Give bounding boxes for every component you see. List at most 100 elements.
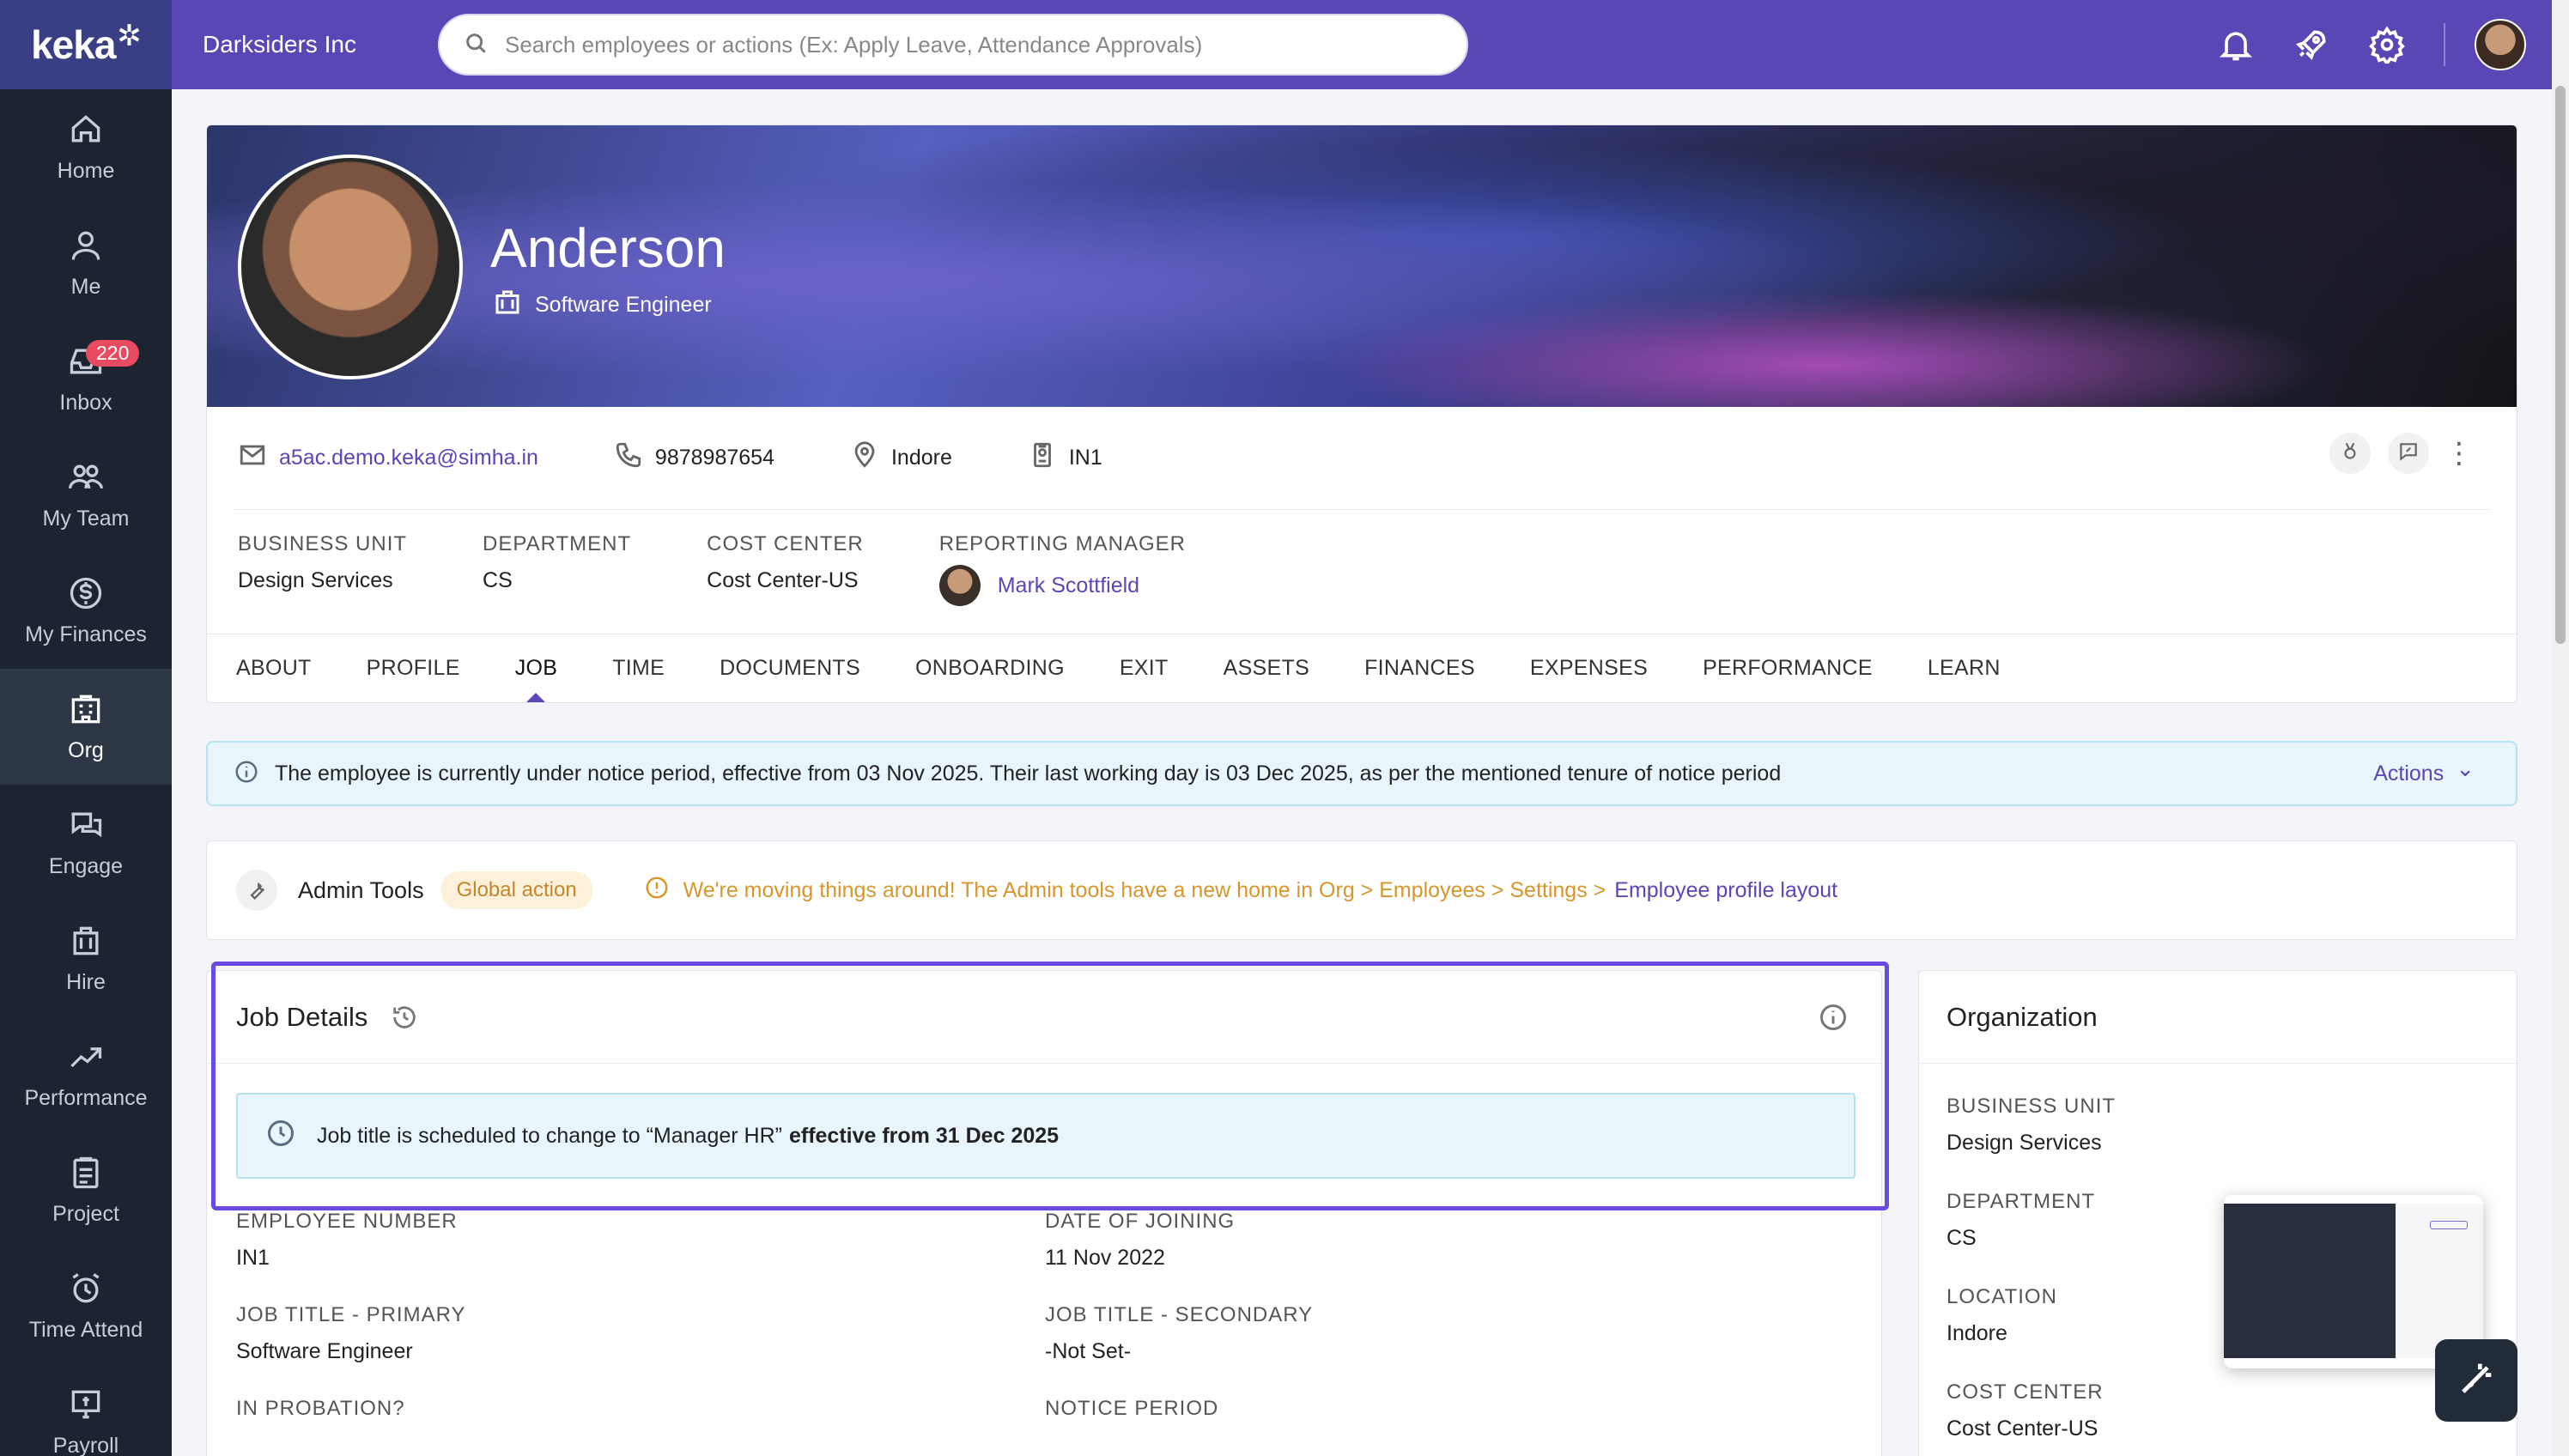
contact-row: a5ac.demo.keka@simha.in 9878987654 Indor… (234, 407, 2489, 510)
preview-bar (2430, 1221, 2468, 1229)
chat-icon (67, 806, 105, 844)
sidebar-item-label: Performance (24, 1086, 148, 1110)
job-fields: EMPLOYEE NUMBER IN1 DATE OF JOINING 11 N… (207, 1210, 1881, 1421)
bell-icon[interactable] (2217, 26, 2255, 64)
sidebar-item-engage[interactable]: Engage (0, 785, 172, 901)
history-icon[interactable] (390, 1003, 419, 1032)
tab-exit[interactable]: EXIT (1120, 656, 1169, 681)
organization-header: Organization (1919, 971, 2517, 1064)
field-label: IN PROBATION? (236, 1397, 405, 1420)
profile-banner: Anderson Software Engineer (207, 125, 2517, 407)
reporting-manager[interactable]: Mark Scottfield (938, 565, 1186, 606)
search-box[interactable] (438, 14, 1468, 76)
feedback-button[interactable] (2388, 433, 2429, 474)
search-input[interactable] (505, 31, 1449, 58)
info-icon[interactable] (1818, 1002, 1849, 1033)
feedback-icon (2397, 440, 2420, 467)
gear-icon[interactable] (2368, 26, 2406, 67)
email-contact[interactable]: a5ac.demo.keka@simha.in (238, 440, 538, 476)
employee-avatar[interactable] (238, 155, 463, 379)
tab-about[interactable]: ABOUT (236, 656, 312, 681)
sidebar-item-project[interactable]: Project (0, 1132, 172, 1248)
field-value: Design Services (1946, 1131, 2102, 1155)
sidebar-item-my-team[interactable]: My Team (0, 437, 172, 553)
department-label: DEPARTMENT (483, 532, 632, 555)
schedule-text: Job title is scheduled to change to “Man… (317, 1123, 782, 1148)
field-label: NOTICE PERIOD (1045, 1397, 1219, 1420)
profile-actions: ⋮ (2312, 433, 2474, 474)
briefcase-icon (67, 922, 105, 960)
field-label: DATE OF JOINING (1045, 1210, 1236, 1233)
info-icon (234, 759, 275, 789)
sidebar-item-my-finances[interactable]: My Finances (0, 553, 172, 669)
admin-tools-message: We're moving things around! The Admin to… (644, 875, 1837, 907)
briefcase-icon (492, 287, 535, 324)
org-cost-center-field: COST CENTER Cost Center-US (1946, 1380, 2517, 1441)
tab-profile[interactable]: PROFILE (367, 656, 460, 681)
tab-performance[interactable]: PERFORMANCE (1703, 656, 1873, 681)
sidebar-item-inbox[interactable]: 220 Inbox (0, 321, 172, 437)
job-title-primary-field: JOB TITLE - PRIMARY Software Engineer (236, 1303, 1045, 1364)
tab-time[interactable]: TIME (612, 656, 665, 681)
tab-expenses[interactable]: EXPENSES (1530, 656, 1648, 681)
tab-documents[interactable]: DOCUMENTS (720, 656, 860, 681)
in-probation-field: IN PROBATION? (236, 1397, 1045, 1421)
cost-center-value: Cost Center-US (707, 568, 859, 592)
sidebar-item-label: Payroll (52, 1434, 119, 1456)
manager-name-link[interactable]: Mark Scottfield (998, 573, 1139, 598)
tab-learn[interactable]: LEARN (1928, 656, 2001, 681)
business-unit-value: Design Services (238, 568, 393, 592)
sidebar-item-label: Time Attend (28, 1318, 143, 1342)
admin-tools-bar: Admin Tools Global action We're moving t… (206, 840, 2517, 940)
page-scrollbar[interactable] (2552, 0, 2569, 1456)
rocket-icon[interactable] (2293, 26, 2330, 64)
magic-wand-button[interactable] (2435, 1339, 2517, 1422)
field-label: COST CENTER (1946, 1380, 2104, 1404)
alarm-icon (67, 1270, 105, 1307)
actions-dropdown[interactable]: Actions (2373, 761, 2475, 787)
phone-contact: 9878987654 (614, 440, 774, 476)
sidebar-item-org[interactable]: Org (0, 669, 172, 785)
employee-profile-layout-link[interactable]: Employee profile layout (1614, 878, 1837, 903)
keka-logo[interactable]: keka ✲ (0, 0, 172, 89)
sidebar: keka ✲ Home Me 220 Inbox My Team My Finan… (0, 0, 172, 1456)
sidebar-item-me[interactable]: Me (0, 205, 172, 321)
tab-assets[interactable]: ASSETS (1224, 656, 1309, 681)
admin-message-text: We're moving things around! The Admin to… (683, 877, 1606, 902)
org-name[interactable]: Darksiders Inc (203, 31, 438, 58)
main-content: Anderson Software Engineer a5ac.demo.kek… (206, 124, 2517, 940)
tab-finances[interactable]: FINANCES (1364, 656, 1475, 681)
reporting-manager-info: REPORTING MANAGER Mark Scottfield (938, 532, 1186, 634)
job-details-header: Job Details (207, 971, 1881, 1064)
scrollbar-thumb[interactable] (2555, 86, 2566, 644)
sidebar-item-time-attend[interactable]: Time Attend (0, 1248, 172, 1364)
profile-card: Anderson Software Engineer a5ac.demo.kek… (206, 124, 2517, 703)
inbox-count-badge: 220 (86, 340, 140, 367)
tab-job[interactable]: JOB (515, 656, 558, 681)
warning-info-icon (644, 875, 683, 907)
tab-onboarding[interactable]: ONBOARDING (915, 656, 1065, 681)
sidebar-item-label: Hire (66, 970, 106, 994)
more-options-icon[interactable]: ⋮ (2444, 433, 2474, 474)
wrench-icon[interactable] (236, 870, 277, 911)
clipboard-icon (67, 1154, 105, 1192)
sidebar-item-home[interactable]: Home (0, 89, 172, 205)
team-icon (67, 458, 105, 496)
sidebar-item-label: Home (57, 159, 115, 183)
admin-tools-title[interactable]: Admin Tools (298, 877, 424, 904)
user-avatar[interactable] (2475, 19, 2526, 70)
employee-number-field: EMPLOYEE NUMBER IN1 (236, 1210, 1045, 1271)
id-badge-icon (1028, 440, 1069, 476)
magic-wand-icon (2454, 1356, 2499, 1405)
award-button[interactable] (2329, 433, 2371, 474)
topbar: Darksiders Inc (172, 0, 2552, 89)
sidebar-item-payroll[interactable]: Payroll (0, 1364, 172, 1456)
topbar-actions (2179, 0, 2526, 89)
home-icon (67, 111, 105, 149)
employee-info-row: BUSINESS UNIT Design Services DEPARTMENT… (207, 510, 2517, 634)
email-text[interactable]: a5ac.demo.keka@simha.in (279, 446, 538, 470)
sidebar-item-label: Org (68, 738, 104, 762)
manager-avatar (938, 565, 981, 606)
sidebar-item-performance[interactable]: Performance (0, 1016, 172, 1132)
sidebar-item-hire[interactable]: Hire (0, 901, 172, 1016)
